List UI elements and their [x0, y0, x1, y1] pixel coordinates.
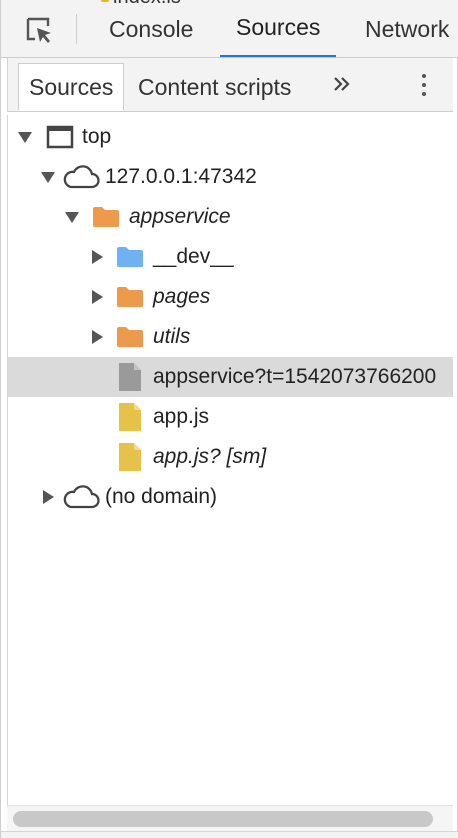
folder-icon: [117, 287, 143, 307]
expand-arrow-icon[interactable]: [18, 132, 32, 143]
tree-item-label: appservice?t=1542073766200: [153, 365, 437, 388]
frame-window-icon: [46, 125, 74, 149]
tree-item-label: app.js: [153, 405, 210, 428]
expand-arrow-icon[interactable]: [65, 212, 79, 223]
cloud-icon: [63, 485, 100, 509]
chevron-double-right-icon: [334, 77, 350, 91]
js-file-icon: [119, 443, 141, 471]
more-vertical-icon[interactable]: [412, 68, 436, 102]
file-tree: top 127.0.0.1:47342 appservice __dev__ p…: [7, 115, 453, 805]
tree-item-host[interactable]: 127.0.0.1:47342: [8, 157, 453, 197]
tree-item-label: __dev__: [153, 245, 234, 268]
collapse-arrow-icon[interactable]: [92, 330, 103, 344]
expand-arrow-icon[interactable]: [41, 172, 55, 183]
tree-item-pages-folder[interactable]: pages: [8, 277, 453, 317]
folder-icon: [93, 207, 119, 227]
file-icon: [119, 363, 141, 391]
inspect-element-icon: [26, 17, 51, 43]
tree-item-appservice-file[interactable]: appservice?t=1542073766200: [8, 357, 453, 397]
devtools-tab-bar: index.is Console Sources Network: [1, 0, 458, 58]
collapse-arrow-icon[interactable]: [92, 250, 103, 264]
toolbar-divider: [76, 14, 77, 44]
cloud-icon: [63, 165, 100, 189]
tree-item-no-domain[interactable]: (no domain): [8, 477, 453, 517]
tree-item-label: 127.0.0.1:47342: [105, 165, 257, 188]
tree-item-utils-folder[interactable]: utils: [8, 317, 453, 357]
collapse-arrow-icon[interactable]: [92, 290, 103, 304]
horizontal-scrollbar[interactable]: [7, 805, 453, 831]
panel-bottom-edge: [1, 831, 458, 838]
folder-icon: [117, 327, 143, 347]
tree-item-label: app.js? [sm]: [153, 445, 267, 468]
tree-item-appjs-sourcemap[interactable]: app.js? [sm]: [8, 437, 453, 477]
tree-item-label: (no domain): [105, 485, 218, 508]
tab-sources[interactable]: Sources: [220, 0, 337, 57]
navigator-toolbar: Sources Content scripts: [7, 58, 453, 112]
tree-item-dev-folder[interactable]: __dev__: [8, 237, 453, 277]
devtools-panel: index.is Console Sources Network Sources…: [0, 0, 458, 838]
tree-item-label: appservice: [129, 205, 231, 228]
js-file-icon: [119, 403, 141, 431]
inspect-element-button[interactable]: [21, 12, 57, 48]
tab-network[interactable]: Network: [349, 0, 458, 57]
collapse-arrow-icon[interactable]: [43, 490, 54, 504]
tree-item-label: top: [82, 125, 112, 148]
tree-item-top[interactable]: top: [8, 117, 453, 157]
navigator-tab-sources[interactable]: Sources: [18, 63, 125, 111]
more-tabs-button[interactable]: [328, 70, 356, 98]
folder-icon: [117, 247, 143, 267]
navigator-tab-content-scripts[interactable]: Content scripts: [128, 63, 301, 111]
tree-item-appservice-folder[interactable]: appservice: [8, 197, 453, 237]
tab-console[interactable]: Console: [93, 0, 209, 57]
tree-item-appjs[interactable]: app.js: [8, 397, 453, 437]
tree-item-label: utils: [153, 325, 191, 348]
scrollbar-thumb[interactable]: [13, 811, 433, 827]
tree-item-label: pages: [153, 285, 211, 308]
